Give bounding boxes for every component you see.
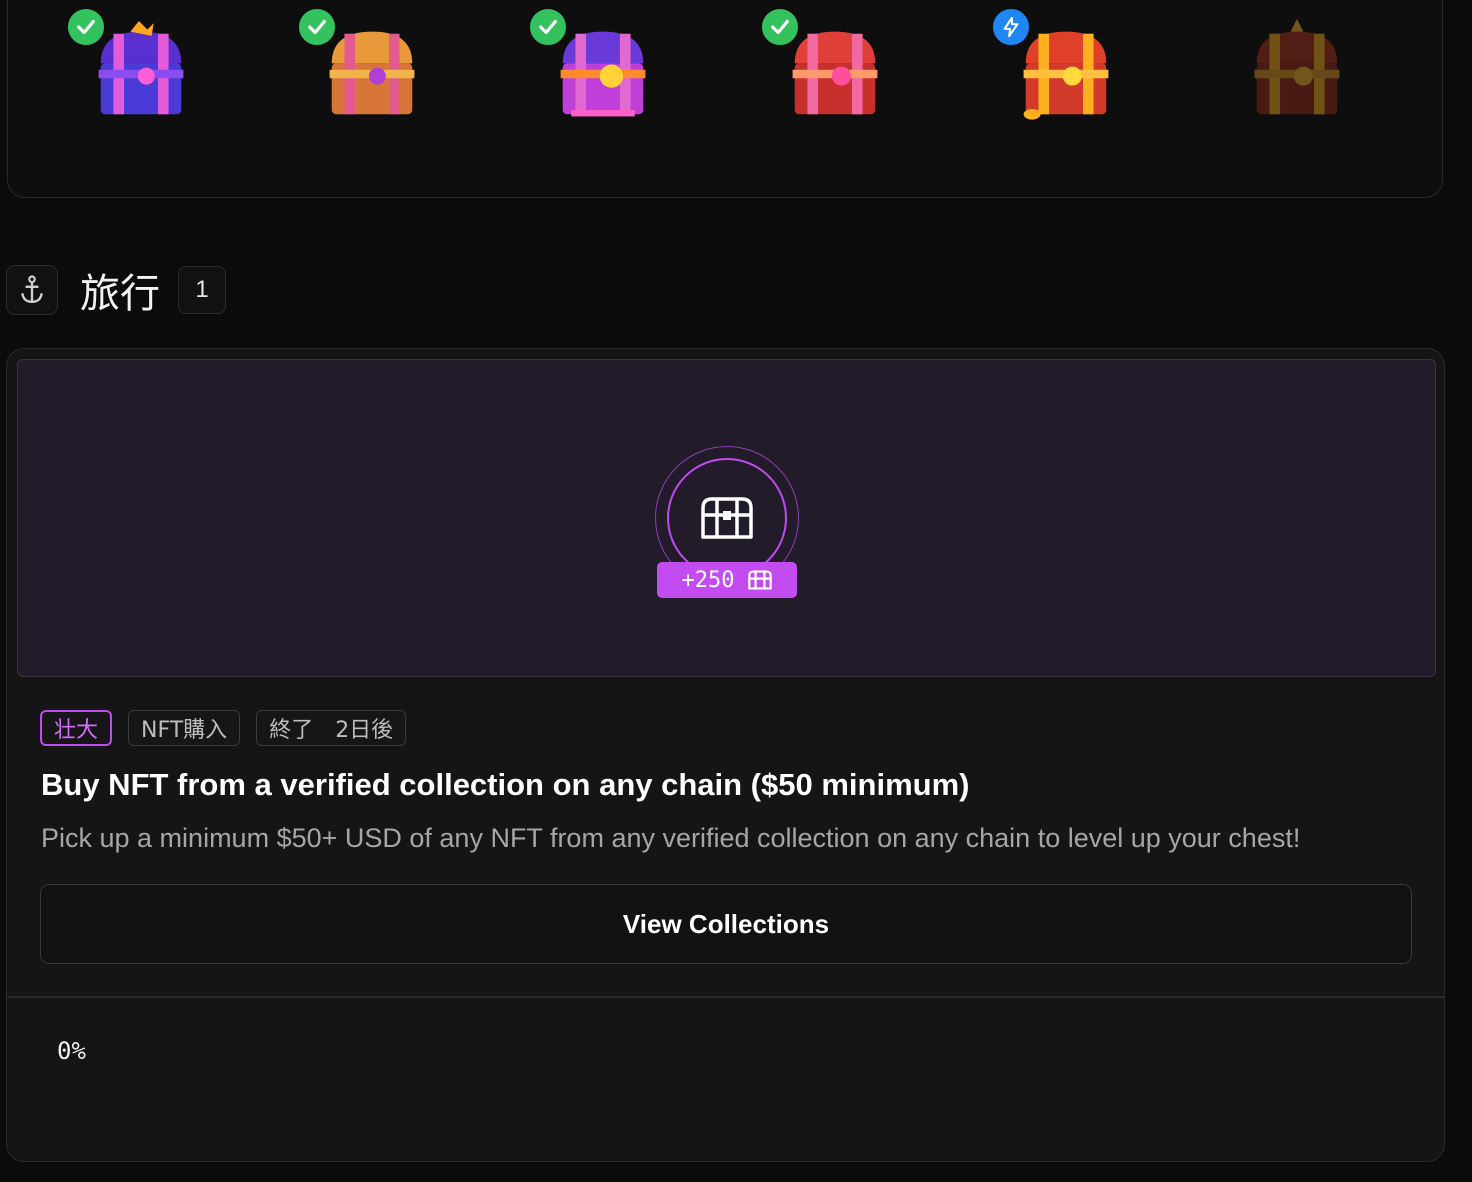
quest-description: Pick up a minimum $50+ USD of any NFT fr… <box>41 823 1301 853</box>
check-icon <box>77 19 95 35</box>
chest-slot-4[interactable] <box>760 1 900 141</box>
bolt-icon <box>1003 16 1019 38</box>
tag-deadline: 終了 2日後 <box>256 710 407 746</box>
reward-pill: +250 <box>657 562 797 598</box>
quest-card: +250 壮大 NFT購入 終了 2日後 Buy NFT from a veri… <box>6 348 1445 1162</box>
chest-icon <box>701 497 753 539</box>
chest-slot-6[interactable] <box>1222 1 1362 141</box>
check-icon <box>539 19 557 35</box>
chest-slot-2[interactable] <box>297 1 437 141</box>
completed-badge <box>297 7 337 47</box>
quest-progress: 0% <box>57 1037 86 1065</box>
chest-image <box>1254 19 1340 115</box>
tag-category: NFT購入 <box>128 710 241 746</box>
anchor-icon <box>21 275 43 303</box>
chest-slot-5[interactable] <box>991 1 1131 141</box>
chest-icon <box>748 570 773 590</box>
section-title: 旅行 <box>80 271 160 317</box>
completed-badge <box>528 7 568 47</box>
current-badge <box>991 7 1031 47</box>
section-count-badge: 1 <box>178 266 226 314</box>
chest-slot-3[interactable] <box>528 1 668 141</box>
section-header: 旅行 1 <box>6 264 226 317</box>
tag-difficulty: 壮大 <box>40 710 113 746</box>
chest-progress-card <box>7 0 1443 198</box>
view-collections-button[interactable]: View Collections <box>40 884 1412 964</box>
check-icon <box>771 19 789 35</box>
quest-title: Buy NFT from a verified collection on an… <box>41 767 970 802</box>
completed-badge <box>66 7 106 47</box>
quest-hero: +250 <box>17 359 1436 677</box>
reward-amount: +250 <box>681 567 735 593</box>
check-icon <box>308 19 326 35</box>
section-icon-box <box>6 265 58 315</box>
divider <box>7 996 1444 998</box>
reward-ring <box>667 458 787 578</box>
chest-slot-1[interactable] <box>66 1 206 141</box>
quest-tags: 壮大 NFT購入 終了 2日後 <box>40 710 407 746</box>
completed-badge <box>760 7 800 47</box>
